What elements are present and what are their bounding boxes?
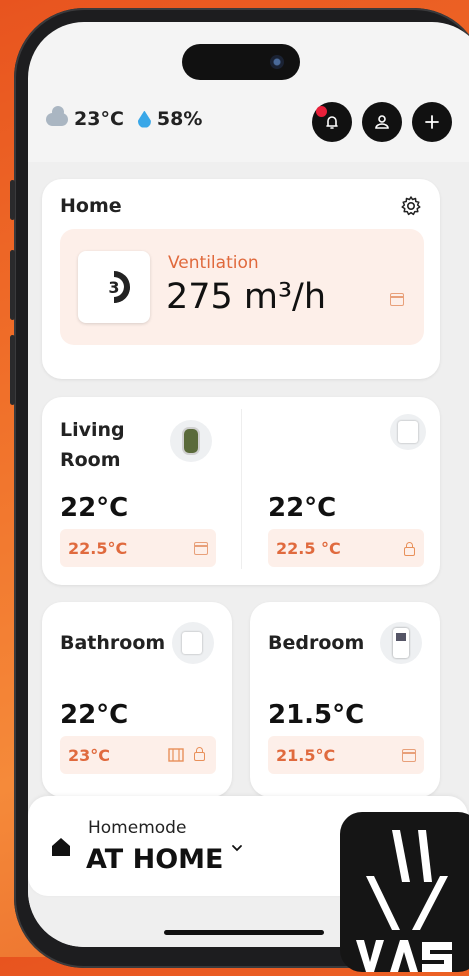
calendar-icon: [390, 293, 404, 306]
vasco-logo-icon: [356, 830, 452, 972]
dynamic-island: [182, 44, 300, 80]
living-room-title-line1: Living: [60, 419, 125, 441]
thermostat-device-icon: [380, 622, 422, 664]
side-button: [10, 335, 15, 405]
profile-button[interactable]: [362, 102, 402, 142]
bedroom-setpoint[interactable]: 21.5°C: [268, 736, 424, 774]
weather-status: 23°C 58%: [46, 105, 203, 130]
sensor-device-icon: [390, 414, 426, 450]
bathroom-temp: 22°C: [60, 700, 129, 730]
gear-icon[interactable]: [400, 195, 422, 217]
living-room-card[interactable]: Living Room 22°C 22.5°C 22°C 22.5 °C: [42, 397, 440, 585]
calendar-icon: [402, 749, 416, 762]
home-icon: [52, 838, 70, 856]
bell-icon: [326, 116, 338, 129]
chevron-down-icon[interactable]: [231, 844, 243, 852]
bedroom-card[interactable]: Bedroom 21.5°C 21.5°C: [250, 602, 440, 797]
cloud-icon: [46, 105, 68, 126]
home-indicator[interactable]: [164, 930, 324, 935]
living-temp-left: 22°C: [60, 493, 129, 523]
ventilation-label: Ventilation: [168, 253, 259, 273]
home-title: Home: [60, 195, 122, 217]
side-button: [10, 180, 15, 220]
window-open-icon: [168, 748, 184, 762]
living-room-title: Living Room: [60, 415, 125, 475]
bedroom-title: Bedroom: [268, 632, 365, 654]
living-setpoint-left-value: 22.5°C: [68, 539, 128, 558]
outdoor-temperature: 23°C: [74, 108, 124, 130]
homemode-label: Homemode: [88, 818, 187, 838]
room-thermostat-icon: [393, 628, 409, 658]
bathroom-title: Bathroom: [60, 632, 166, 654]
calendar-icon: [194, 542, 208, 555]
sensor-icon: [398, 421, 418, 443]
sensor-device-icon: [172, 622, 214, 664]
living-setpoint-right-value: 22.5 °C: [276, 539, 341, 558]
home-card[interactable]: Home 3 Ventilation 275 m³/h: [42, 179, 440, 379]
plus-icon: [425, 115, 439, 129]
living-setpoint-right[interactable]: 22.5 °C: [268, 529, 424, 567]
living-temp-right: 22°C: [268, 493, 337, 523]
lock-icon: [194, 747, 205, 761]
outdoor-humidity: 58%: [156, 108, 203, 130]
screen: 23°C 58% Home 3 Ventilation 275 m³/h Liv…: [28, 22, 469, 947]
notification-badge: [316, 106, 327, 117]
bathroom-setpoint[interactable]: 23°C: [60, 736, 216, 774]
user-icon: [375, 115, 389, 129]
homemode-value: AT HOME: [86, 844, 224, 875]
ventilation-panel[interactable]: 3 Ventilation 275 m³/h: [60, 229, 424, 345]
fan-icon: 3: [108, 271, 130, 303]
side-button: [10, 250, 15, 320]
radiator-valve-icon: [184, 429, 198, 453]
ventilation-value: 275 m³/h: [166, 277, 327, 317]
camera-icon: [270, 55, 284, 69]
ventilation-unit-icon: 3: [78, 251, 150, 323]
bathroom-setpoint-value: 23°C: [68, 746, 111, 765]
sensor-icon: [182, 632, 202, 654]
divider: [241, 409, 242, 569]
thermostat-device-icon: [170, 420, 212, 462]
lock-icon: [404, 542, 415, 556]
svg-text:3: 3: [108, 278, 119, 297]
bathroom-card[interactable]: Bathroom 22°C 23°C: [42, 602, 232, 797]
brand-logo: [340, 812, 469, 972]
notifications-button[interactable]: [312, 102, 352, 142]
add-button[interactable]: [412, 102, 452, 142]
bedroom-setpoint-value: 21.5°C: [276, 746, 336, 765]
living-setpoint-left[interactable]: 22.5°C: [60, 529, 216, 567]
bedroom-temp: 21.5°C: [268, 700, 365, 730]
humidity-drop-icon: [137, 110, 151, 128]
living-room-title-line2: Room: [60, 449, 121, 471]
